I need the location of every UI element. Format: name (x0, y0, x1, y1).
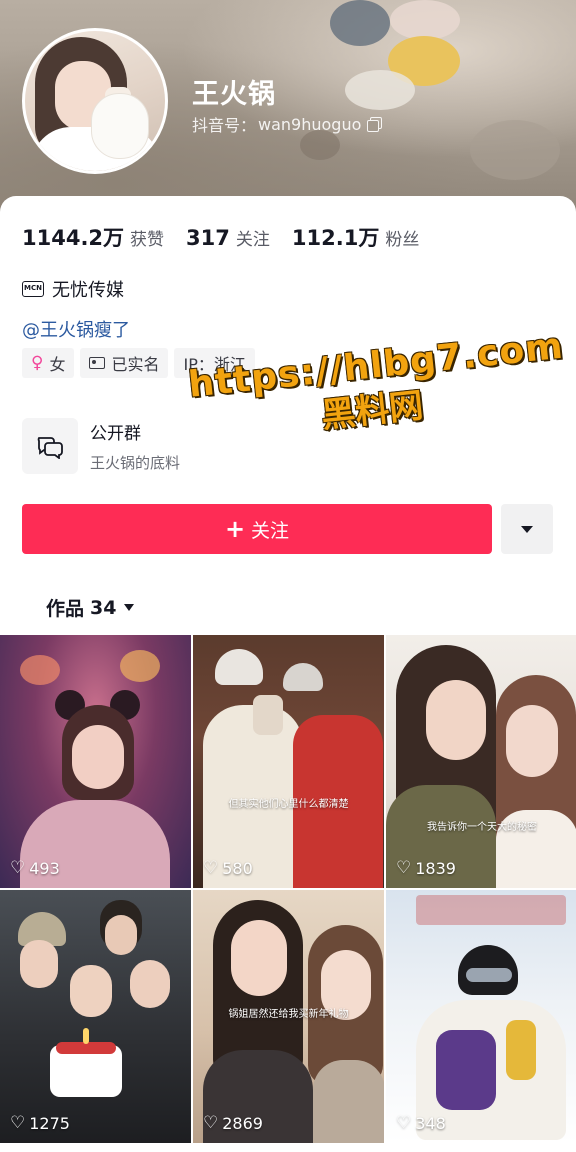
follow-button-label: 关注 (251, 519, 290, 542)
avatar[interactable] (22, 28, 168, 174)
heart-icon: ♡ (10, 858, 26, 878)
douyin-id-label: 抖音号： (192, 116, 257, 135)
banner-decoration (390, 0, 460, 40)
group-chat-icon-box (22, 418, 78, 474)
like-count-value: 1275 (29, 1114, 70, 1133)
chevron-down-icon[interactable] (124, 604, 135, 611)
watermark: https://hlbg7.com 黑料网 (186, 326, 565, 450)
copy-icon[interactable] (367, 117, 383, 132)
video-like-count: ♡ 580 (203, 859, 253, 878)
chat-bubbles-icon (37, 437, 63, 459)
video-thumbnail[interactable]: 锅姐居然还给我买新年礼物 ♡ 2869 (193, 890, 384, 1143)
caret-down-icon (521, 525, 533, 533)
works-tab-label: 作品 (46, 598, 85, 620)
group-title: 公开群 (90, 424, 141, 444)
mcn-row[interactable]: MCN 无忧传媒 (22, 276, 124, 302)
tag-gender-label: 女 (49, 355, 66, 374)
tag-gender: ♀ 女 (22, 348, 75, 378)
video-like-count: ♡ 348 (396, 1114, 446, 1133)
video-like-count: ♡ 493 (10, 859, 60, 878)
mcn-name: 无忧传媒 (52, 280, 124, 301)
like-count-value: 348 (415, 1114, 446, 1133)
stat-likes[interactable]: 1144.2万 获赞 (22, 222, 164, 252)
video-like-count: ♡ 1275 (10, 1114, 70, 1133)
video-caption: 但其实他们心里什么都清楚 (228, 799, 349, 810)
heart-icon: ♡ (203, 858, 219, 878)
video-caption: 锅姐居然还给我买新年礼物 (228, 1009, 349, 1020)
video-thumbnail[interactable]: ♡ 348 (386, 890, 576, 1143)
stat-following[interactable]: 317 关注 (186, 225, 270, 250)
stat-value: 1144.2万 (22, 226, 125, 250)
video-like-count: ♡ 1839 (396, 859, 456, 878)
video-like-count: ♡ 2869 (203, 1114, 263, 1133)
banner-decoration (330, 0, 390, 46)
tag-verified-label: 已实名 (111, 355, 160, 374)
heart-icon: ♡ (203, 1113, 219, 1133)
user-name: 王火锅 (192, 79, 276, 110)
group-subtitle: 王火锅的底料 (90, 454, 181, 472)
stat-label: 获赞 (130, 230, 165, 250)
video-thumbnail[interactable]: ♡ 1275 (0, 890, 191, 1143)
mcn-icon: MCN (22, 281, 44, 297)
like-count-value: 580 (222, 859, 253, 878)
female-icon: ♀ (31, 353, 44, 373)
group-chat-entry[interactable]: 公开群 王火锅的底料 (22, 418, 180, 474)
like-count-value: 2869 (222, 1114, 263, 1133)
follow-button[interactable]: + 关注 (22, 504, 492, 554)
bio-mention-link[interactable]: @王火锅瘦了 (22, 316, 130, 342)
heart-icon: ♡ (396, 1113, 412, 1133)
like-count-value: 1839 (415, 859, 456, 878)
douyin-id: 抖音号： wan9huoguo (192, 112, 383, 136)
stat-value: 112.1万 (291, 226, 380, 250)
more-options-button[interactable] (501, 504, 553, 554)
plus-icon: + (224, 515, 246, 543)
stat-followers[interactable]: 112.1万 粉丝 (292, 222, 419, 252)
stat-value: 317 (186, 226, 230, 250)
video-thumbnail[interactable]: 但其实他们心里什么都清楚 ♡ 580 (193, 635, 384, 888)
heart-icon: ♡ (396, 858, 412, 878)
video-caption: 我告诉你一个天大的秘密 (427, 822, 537, 833)
banner-decoration (345, 70, 415, 110)
like-count-value: 493 (29, 859, 60, 878)
banner-decoration (470, 120, 560, 180)
stats-row: 1144.2万 获赞 317 关注 112.1万 粉丝 (22, 222, 441, 252)
stat-label: 粉丝 (385, 230, 420, 250)
tab-works[interactable]: 作品 34 (46, 594, 135, 621)
douyin-id-value: wan9huoguo (258, 114, 362, 134)
heart-icon: ♡ (10, 1113, 26, 1133)
tag-verified: 已实名 (80, 348, 169, 378)
works-tab-count: 34 (90, 596, 117, 619)
video-thumbnail[interactable]: ♡ 493 (0, 635, 191, 888)
video-grid: ♡ 493 但其实他们心里什么都清楚 ♡ 580 我告诉你一个天大的秘密 ♡ 1… (0, 635, 576, 1143)
video-thumbnail[interactable]: 我告诉你一个天大的秘密 ♡ 1839 (386, 635, 576, 888)
id-card-icon (89, 357, 106, 369)
stat-label: 关注 (235, 230, 270, 250)
